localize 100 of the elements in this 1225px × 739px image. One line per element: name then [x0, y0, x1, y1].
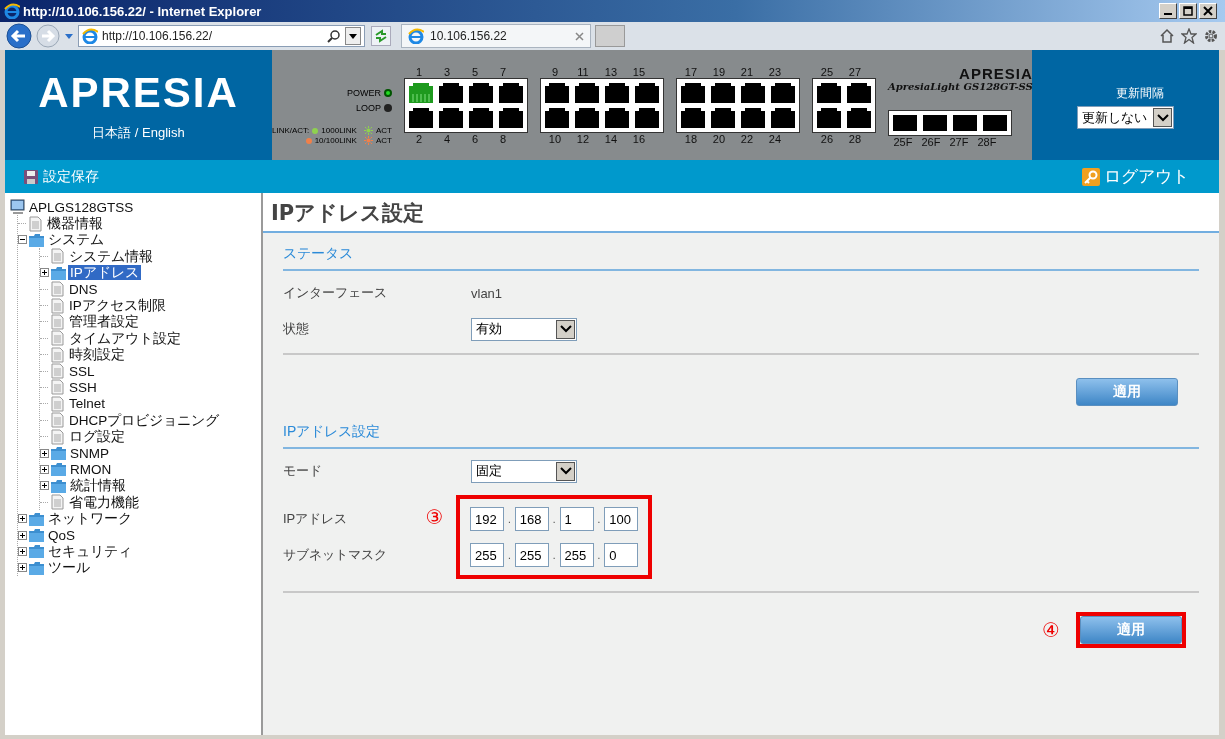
- field-value: vlan1: [471, 285, 503, 301]
- led-label: POWER: [346, 88, 381, 98]
- tree-item[interactable]: セキュリティ: [46, 543, 134, 559]
- close-icon[interactable]: [575, 31, 584, 41]
- home-icon[interactable]: [1159, 28, 1175, 44]
- tree-item[interactable]: 管理者設定: [67, 314, 141, 330]
- section-heading: IPアドレス設定: [283, 423, 1199, 449]
- page-icon: [82, 28, 98, 44]
- tree-item[interactable]: DNS: [67, 281, 100, 297]
- port-number: 28: [847, 133, 863, 145]
- language-link[interactable]: 日本語 / English: [92, 124, 185, 142]
- port-number: 2: [414, 133, 423, 145]
- tree-item[interactable]: ログ設定: [67, 429, 127, 445]
- dropdown-button[interactable]: [345, 27, 361, 45]
- expand-icon[interactable]: [40, 481, 49, 491]
- settings-icon[interactable]: [1203, 28, 1219, 44]
- legend-label: ACT: [375, 136, 392, 145]
- select-field[interactable]: 有効: [471, 317, 577, 341]
- tree-item[interactable]: APLGS128GTSS: [27, 199, 136, 215]
- expand-icon[interactable]: [18, 546, 27, 556]
- tree-item[interactable]: IPアドレス: [68, 265, 141, 281]
- tree-item[interactable]: IPアクセス制限: [67, 298, 168, 314]
- tree-item[interactable]: DHCPプロビジョニング: [67, 412, 222, 428]
- document-icon: [49, 379, 66, 396]
- expand-icon[interactable]: [40, 268, 49, 278]
- tree-item[interactable]: 省電力機能: [67, 494, 141, 510]
- tree-item[interactable]: タイムアウト設定: [67, 330, 183, 346]
- document-icon: [49, 313, 66, 330]
- document-icon: [49, 297, 66, 314]
- field-label: インターフェース: [283, 284, 388, 302]
- port-number: 16: [631, 133, 647, 145]
- tree-item[interactable]: RMON: [68, 461, 114, 477]
- folder-icon: [28, 231, 45, 248]
- octet-field[interactable]: 192: [470, 507, 504, 531]
- browser-logo-icon: [4, 3, 20, 19]
- octet-field[interactable]: 0: [604, 543, 639, 567]
- tree-item[interactable]: 時刻設定: [67, 347, 127, 363]
- browser-tab[interactable]: 10.106.156.22: [401, 24, 591, 48]
- port-number: 7: [498, 66, 507, 78]
- page-icon: [408, 28, 424, 44]
- tree-item[interactable]: QoS: [46, 527, 77, 543]
- port-number: 13: [603, 66, 619, 78]
- maximize-icon: [1183, 6, 1193, 16]
- legend-title: LINK/ACT:: [272, 126, 310, 135]
- octet-field[interactable]: 168: [514, 507, 549, 531]
- port-number: 20: [711, 133, 727, 145]
- maximize-button[interactable]: [1179, 3, 1197, 19]
- tree-item[interactable]: SNMP: [68, 445, 111, 461]
- port-number: 9: [550, 66, 559, 78]
- folder-icon: [50, 477, 67, 494]
- key-icon: [1082, 167, 1100, 186]
- expand-icon[interactable]: [40, 448, 49, 458]
- port-number: 5: [470, 66, 479, 78]
- expand-icon[interactable]: [18, 514, 27, 524]
- folder-icon: [50, 445, 67, 462]
- octet-field[interactable]: 255: [514, 543, 549, 567]
- legend-label: 10/100LINK: [314, 136, 357, 145]
- tree-item[interactable]: システム情報: [67, 248, 155, 264]
- field-label: IPアドレス: [283, 510, 349, 528]
- tree-item[interactable]: ツール: [46, 560, 92, 576]
- back-button[interactable]: [6, 23, 32, 49]
- collapse-icon[interactable]: [18, 235, 27, 245]
- port-number: 11: [576, 66, 590, 78]
- tree-item[interactable]: SSL: [67, 363, 97, 379]
- address-field[interactable]: http://10.106.156.22/: [78, 25, 365, 47]
- dot-separator: .: [597, 513, 601, 525]
- port-number: 17: [683, 66, 699, 78]
- refresh-select[interactable]: 更新しない: [1077, 106, 1174, 129]
- step-marker: ③: [424, 505, 445, 529]
- minimize-icon: [1164, 13, 1172, 15]
- port-number: 15: [631, 66, 647, 78]
- octet-field[interactable]: 255: [559, 543, 594, 567]
- chevron-down-icon: [559, 467, 572, 475]
- expand-icon[interactable]: [40, 464, 49, 474]
- expand-icon[interactable]: [18, 563, 27, 573]
- select-field[interactable]: 固定: [471, 459, 577, 483]
- history-dropdown-icon[interactable]: [64, 32, 74, 40]
- tree-item[interactable]: システム: [46, 232, 106, 248]
- compatibility-button[interactable]: [371, 26, 391, 46]
- tree-item[interactable]: ネットワーク: [46, 511, 134, 527]
- legend-label: 1000LINK: [321, 126, 357, 135]
- octet-field[interactable]: 255: [470, 543, 504, 567]
- close-button[interactable]: [1199, 3, 1217, 19]
- tree-item[interactable]: 統計情報: [68, 478, 128, 494]
- minimize-button[interactable]: [1159, 3, 1177, 19]
- octet-field[interactable]: 1: [559, 507, 594, 531]
- document-icon: [49, 395, 66, 412]
- tree-item[interactable]: 機器情報: [45, 216, 105, 232]
- document-icon: [49, 363, 66, 380]
- port-number: 28F: [976, 136, 998, 148]
- octet-field[interactable]: 100: [604, 507, 639, 531]
- window-title: http://10.106.156.22/ - Internet Explorer: [23, 3, 263, 19]
- port-number: 19: [711, 66, 727, 78]
- tree-item[interactable]: Telnet: [67, 396, 108, 412]
- star-icon[interactable]: [1181, 28, 1197, 44]
- expand-icon[interactable]: [18, 530, 27, 540]
- search-icon[interactable]: [327, 29, 341, 43]
- document-icon: [49, 428, 66, 445]
- folder-icon: [28, 510, 45, 527]
- tree-item[interactable]: SSH: [67, 380, 99, 395]
